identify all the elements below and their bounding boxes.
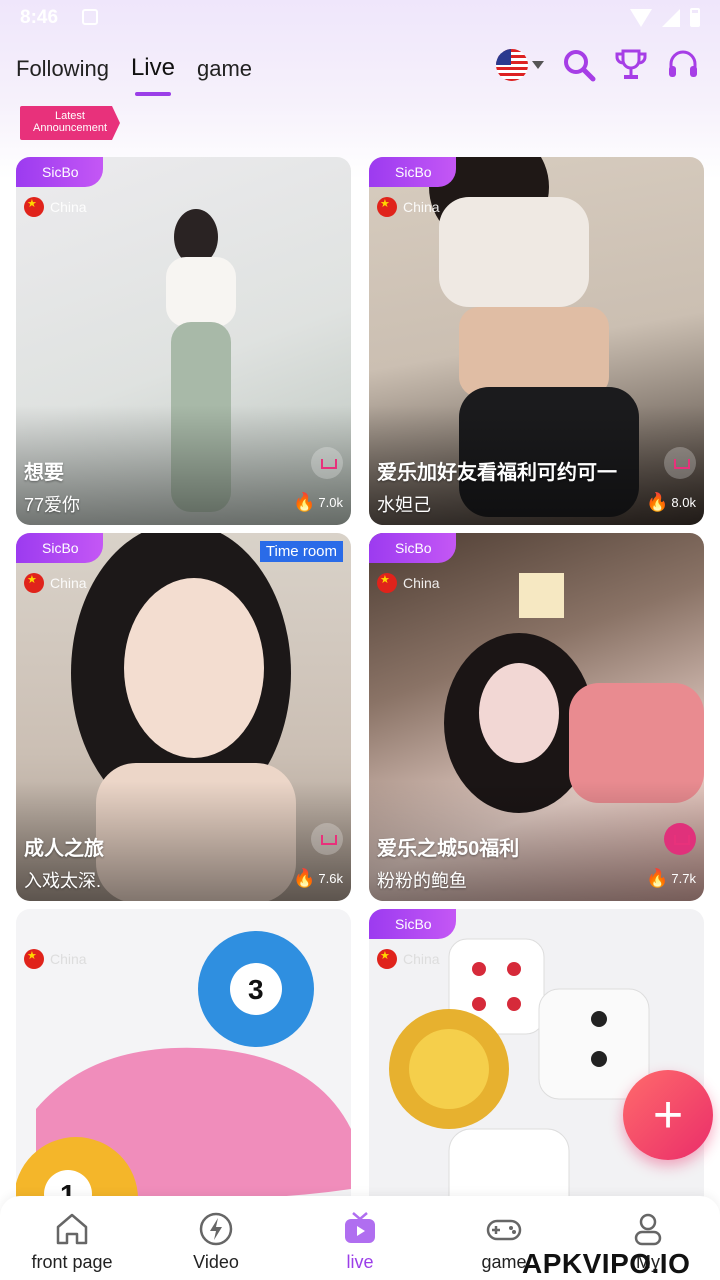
language-selector[interactable] (496, 49, 544, 81)
nav-label: live (346, 1252, 374, 1272)
game-tag: SicBo (16, 157, 103, 187)
top-header: Following Live game (0, 44, 720, 104)
live-room-card[interactable]: SicBo China 爱乐加好友看福利可约可一 水妲己 🔥8.0k (369, 157, 704, 525)
popularity-count: 🔥 7.6k (293, 868, 343, 888)
nav-label: game (481, 1252, 527, 1272)
trophy-icon[interactable] (614, 48, 648, 82)
popularity-count: 🔥 7.7k (646, 868, 696, 888)
wifi-icon (630, 8, 652, 27)
country-label: China (24, 197, 87, 217)
fire-icon: 🔥 (293, 492, 316, 512)
china-flag-icon (24, 949, 44, 969)
china-flag-icon (377, 949, 397, 969)
home-icon (56, 1213, 88, 1245)
nav-video[interactable]: Video (144, 1196, 288, 1280)
add-button[interactable]: + (623, 1070, 713, 1160)
china-flag-icon (377, 573, 397, 593)
host-name: 水妲己 (377, 495, 431, 515)
game-tag: SicBo (369, 909, 456, 939)
header-actions (496, 48, 700, 82)
room-title: 想要 (24, 462, 64, 484)
chevron-down-icon (532, 61, 544, 69)
tab-live[interactable]: Live (131, 54, 175, 82)
live-room-card[interactable]: SicBo Time room China 成人之旅 入戏太深. 🔥7.6k (16, 533, 351, 901)
user-icon (634, 1213, 662, 1246)
signal-icon (662, 8, 680, 27)
live-room-card[interactable]: SicBo China 爱乐之城50福利 粉粉的鲍鱼 🔥7.7k (369, 533, 704, 901)
announcement-line1: Latest (55, 110, 85, 122)
latest-announcement-badge[interactable]: Latest Announcement (20, 106, 120, 140)
host-name: 入戏太深. (24, 871, 102, 891)
tab-game[interactable]: game (197, 56, 252, 82)
popularity-count: 🔥 7.0k (293, 492, 343, 512)
svg-text:3: 3 (248, 974, 264, 1005)
top-tabs: Following Live game (16, 54, 252, 82)
audio-wave-icon (664, 823, 696, 855)
search-icon[interactable] (562, 48, 596, 82)
announcement-line2: Announcement (33, 122, 107, 134)
popularity-count: 🔥 8.0k (646, 492, 696, 512)
tab-following[interactable]: Following (16, 56, 109, 82)
live-room-card[interactable]: SicBo China 想要 77爱你 🔥7.0k (16, 157, 351, 525)
game-tag: SicBo (369, 533, 456, 563)
country-label: China (377, 573, 440, 593)
country-label: China (24, 949, 87, 969)
gamepad-icon (486, 1219, 522, 1241)
game-tag: SicBo (369, 157, 456, 187)
country-label: China (24, 573, 87, 593)
bolt-icon (199, 1212, 233, 1246)
room-title: 成人之旅 (24, 838, 104, 860)
tv-icon (345, 1212, 375, 1243)
nav-label: front page (31, 1252, 113, 1272)
china-flag-icon (24, 573, 44, 593)
room-title: 爱乐加好友看福利可约可一 (377, 462, 617, 484)
host-name: 粉粉的鲍鱼 (377, 871, 467, 891)
status-bar: 8:46 (0, 0, 720, 36)
battery-icon (690, 8, 700, 27)
nav-live[interactable]: live (288, 1196, 432, 1280)
status-time: 8:46 (20, 7, 59, 28)
audio-wave-icon (311, 823, 343, 855)
fire-icon: 🔥 (646, 492, 669, 512)
audio-wave-icon (664, 447, 696, 479)
notification-icon (82, 9, 98, 25)
room-title: 爱乐之城50福利 (377, 838, 520, 860)
fire-icon: 🔥 (293, 868, 316, 888)
nav-front-page[interactable]: front page (0, 1196, 144, 1280)
country-label: China (377, 197, 440, 217)
us-flag-icon (496, 49, 528, 81)
china-flag-icon (377, 197, 397, 217)
host-name: 77爱你 (24, 495, 81, 515)
china-flag-icon (24, 197, 44, 217)
time-room-badge: Time room (259, 541, 343, 562)
headset-icon[interactable] (666, 48, 700, 82)
audio-wave-icon (311, 447, 343, 479)
plus-icon: + (652, 1086, 684, 1144)
game-tag: SicBo (16, 533, 103, 563)
fire-icon: 🔥 (646, 868, 669, 888)
status-icons (630, 8, 700, 27)
country-label: China (377, 949, 440, 969)
watermark: APKVIPO.IO (522, 1248, 691, 1279)
nav-label: Video (193, 1252, 239, 1272)
